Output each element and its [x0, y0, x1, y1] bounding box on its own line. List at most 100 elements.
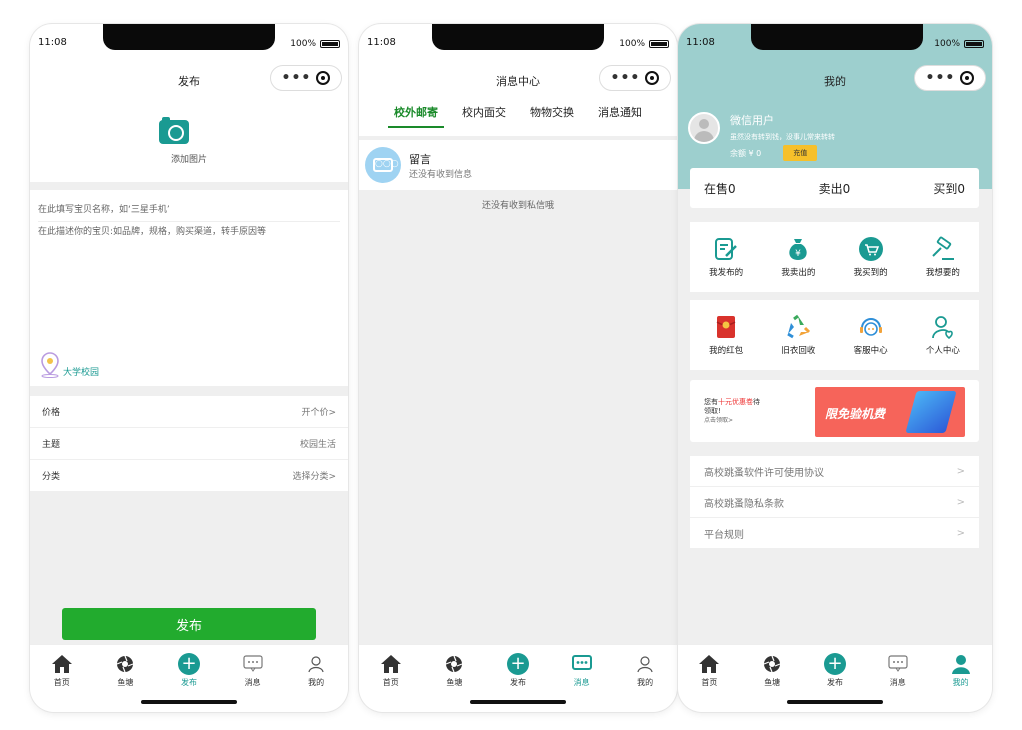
battery-indicator: 100%	[934, 39, 984, 49]
tab-publish[interactable]: + 发布	[157, 645, 221, 691]
tab-bar: 首页 鱼塘 + 发布 消息 我的	[30, 644, 348, 712]
tab-exchange[interactable]: 物物交换	[524, 104, 580, 128]
on-sale-count[interactable]: 在售0	[704, 180, 736, 197]
plus-icon: +	[823, 653, 846, 675]
home-indicator	[141, 700, 237, 704]
battery-text: 100%	[619, 39, 645, 49]
tab-mail[interactable]: 校外邮寄	[388, 104, 444, 128]
grid-label: 个人中心	[925, 346, 960, 356]
bubble-dots: ○○○	[373, 158, 399, 172]
sold-count[interactable]: 卖出0	[819, 180, 851, 197]
my-bought[interactable]: 我买到的	[835, 222, 907, 292]
avatar[interactable]	[688, 112, 720, 144]
location-pin-icon	[41, 352, 59, 378]
tab-message[interactable]: 消息	[866, 645, 929, 691]
privacy-link[interactable]: 高校跳蚤隐私条款 >	[690, 487, 979, 517]
my-published[interactable]: 我发布的	[690, 222, 762, 292]
chevron-right-icon: >	[956, 527, 965, 539]
category-row[interactable]: 分类 选择分类>	[30, 460, 348, 491]
camera-icon[interactable]	[159, 117, 189, 144]
row-value: 校园生活	[299, 440, 336, 450]
tab-home[interactable]: 首页	[30, 645, 94, 691]
tab-pond[interactable]: 鱼塘	[423, 645, 487, 691]
recycle-icon	[785, 314, 811, 340]
support-icon	[858, 314, 884, 340]
link-label: 平台规则	[704, 529, 744, 541]
more-icon[interactable]: •••	[926, 71, 956, 85]
stats-card: 在售0 卖出0 买到0	[690, 168, 979, 208]
item-desc-input[interactable]: 在此描述你的宝贝:如品牌，规格，购买渠道，转手原因等	[38, 226, 288, 238]
grid-label: 旧衣回收	[781, 346, 816, 356]
grid-my-items: 我发布的 ¥ 我卖出的 我买到的 我想要的	[690, 222, 979, 292]
tab-label: 消息	[244, 678, 261, 687]
promo-image[interactable]: 限免验机费	[815, 387, 965, 437]
tab-notice[interactable]: 消息通知	[592, 104, 648, 128]
tab-pond[interactable]: 鱼塘	[94, 645, 158, 691]
topic-row[interactable]: 主题 校园生活	[30, 428, 348, 459]
close-miniapp-icon[interactable]	[316, 71, 331, 85]
capsule-menu[interactable]: •••	[270, 65, 342, 91]
message-title: 留言	[409, 152, 431, 166]
my-red-packet[interactable]: 我的红包	[690, 300, 762, 370]
tab-publish[interactable]: + 发布	[804, 645, 867, 691]
home-indicator	[787, 700, 883, 704]
tab-pond[interactable]: 鱼塘	[741, 645, 804, 691]
tab-message[interactable]: 消息	[221, 645, 285, 691]
tab-label: 首页	[53, 678, 70, 687]
battery-indicator: 100%	[290, 39, 340, 49]
tab-mine[interactable]: 我的	[929, 645, 992, 691]
more-icon[interactable]: •••	[611, 71, 641, 85]
notch	[103, 24, 275, 50]
bought-count[interactable]: 买到0	[933, 180, 965, 197]
close-miniapp-icon[interactable]	[960, 71, 975, 85]
notch	[432, 24, 604, 50]
grid-label: 客服中心	[853, 346, 888, 356]
tab-face-to-face[interactable]: 校内面交	[456, 104, 512, 128]
capsule-menu[interactable]: •••	[599, 65, 671, 91]
clothes-recycle[interactable]: 旧衣回收	[762, 300, 834, 370]
red-packet-icon	[713, 314, 739, 340]
recharge-button[interactable]: 充值	[783, 145, 818, 161]
status-time: 11:08	[367, 37, 396, 48]
gavel-icon	[930, 236, 956, 262]
row-label: 价格	[42, 408, 61, 418]
personal-center[interactable]: 个人中心	[907, 300, 979, 370]
message-item[interactable]: ○○○ 留言 还没有收到信息	[359, 140, 677, 190]
item-name-input[interactable]: 在此填写宝贝名称，如‘三星手机’	[38, 202, 340, 222]
money-bag-icon: ¥	[785, 236, 811, 262]
user-motto: 虽然没有转到钱，没事儿常来转转	[730, 133, 835, 141]
grid-label: 我想要的	[925, 268, 960, 278]
tab-mine[interactable]: 我的	[284, 645, 348, 691]
notch	[751, 24, 923, 50]
chat-icon	[571, 653, 593, 675]
coupon-banner[interactable]: 您有十元优惠卷待领取! 点击领取> 限免验机费	[690, 380, 979, 442]
add-photo-area[interactable]: 添加图片	[30, 100, 348, 182]
publish-button[interactable]: 发布	[62, 608, 316, 640]
license-link[interactable]: 高校跳蚤软件许可使用协议 >	[690, 456, 979, 486]
battery-icon	[320, 40, 340, 48]
tab-mine[interactable]: 我的	[613, 645, 677, 691]
rules-link[interactable]: 平台规则 >	[690, 518, 979, 548]
coupon-claim-link[interactable]: 点击领取>	[704, 417, 733, 424]
more-icon[interactable]: •••	[282, 71, 312, 85]
plus-icon: +	[177, 653, 200, 675]
tab-label: 消息	[573, 678, 590, 687]
tab-home[interactable]: 首页	[359, 645, 423, 691]
row-label: 主题	[42, 440, 61, 450]
tab-message[interactable]: 消息	[550, 645, 614, 691]
status-time: 11:08	[686, 37, 715, 48]
close-miniapp-icon[interactable]	[645, 71, 660, 85]
tab-label: 发布	[509, 678, 526, 687]
my-wanted[interactable]: 我想要的	[907, 222, 979, 292]
customer-service[interactable]: 客服中心	[835, 300, 907, 370]
tab-home[interactable]: 首页	[678, 645, 741, 691]
cart-icon	[858, 236, 884, 262]
price-row[interactable]: 价格 开个价>	[30, 396, 348, 427]
coupon-highlight: 十元优惠卷	[718, 398, 753, 406]
promo-title: 限免验机费	[825, 407, 886, 421]
my-sold[interactable]: ¥ 我卖出的	[762, 222, 834, 292]
tab-label: 消息	[889, 678, 906, 687]
capsule-menu[interactable]: •••	[914, 65, 986, 91]
tab-publish[interactable]: + 发布	[486, 645, 550, 691]
location-selector[interactable]: 大学校园	[40, 352, 99, 378]
